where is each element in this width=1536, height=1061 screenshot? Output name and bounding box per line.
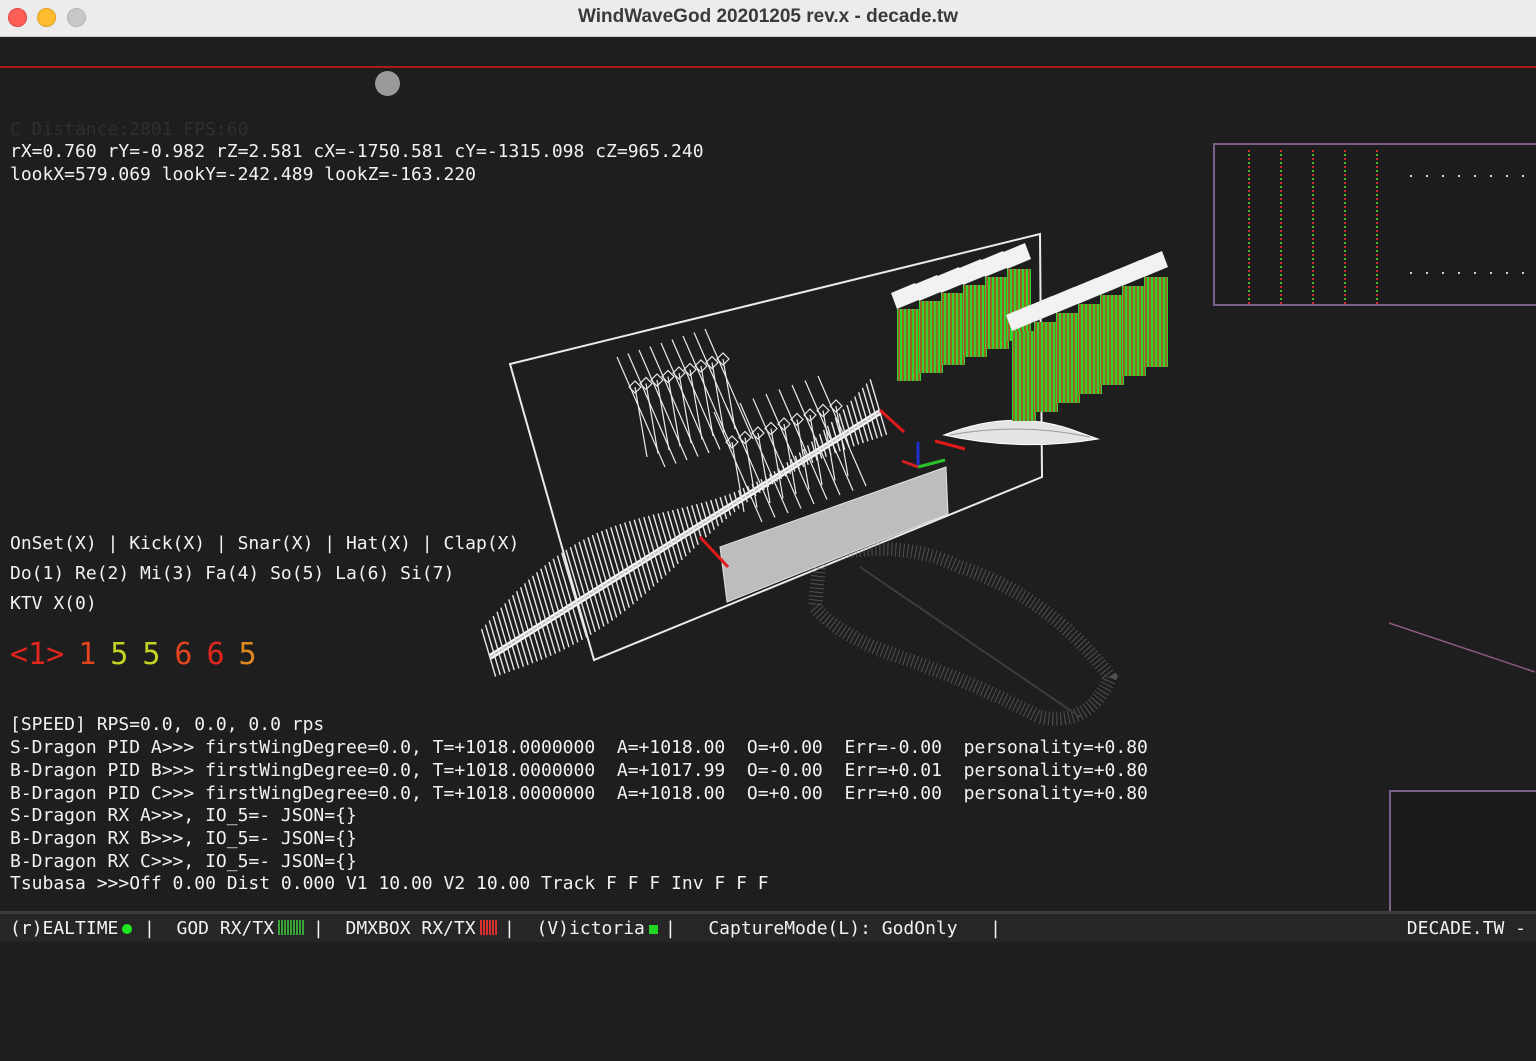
window-title: WindWaveGod 20201205 rev.x - decade.tw: [578, 6, 958, 27]
purple-guide-line: [1388, 622, 1536, 673]
drum-triggers[interactable]: OnSet(X) | Kick(X) | Snar(X) | Hat(X) | …: [10, 533, 519, 555]
render-canvas[interactable]: C_Distance:2801 FPS:60 rX=0.760 rY=-0.98…: [0, 37, 1536, 911]
minimap-strips: [1248, 150, 1524, 304]
log-rx-b: B-Dragon RX B>>>, IO_5=- JSON={}: [10, 828, 357, 849]
fish-shape: [942, 419, 1100, 446]
note-3: 5: [142, 637, 161, 672]
ktv-trigger[interactable]: KTV X(0): [10, 593, 97, 615]
note-1: 1: [78, 637, 97, 672]
log-speed: [SPEED] RPS=0.0, 0.0, 0.0 rps: [10, 714, 325, 735]
dmx-rxtx-label: | DMXBOX RX/TX: [313, 918, 476, 939]
note-2: 5: [110, 637, 129, 672]
victoria-toggle[interactable]: | (V)ictoria: [504, 918, 658, 939]
note-sequence: <1> 1 5 5 6 6 5: [10, 637, 271, 672]
realtime-label: (r)EALTIME: [10, 918, 119, 939]
note-0: <1>: [10, 637, 65, 672]
axis-gizmo: [901, 442, 946, 469]
window-titlebar: WindWaveGod 20201205 rev.x - decade.tw: [0, 0, 1536, 37]
log-rx-a: S-Dragon RX A>>>, IO_5=- JSON={}: [10, 805, 357, 826]
god-rxtx-label: | GOD RX/TX: [144, 918, 275, 939]
realtime-led-icon: [122, 924, 133, 934]
brand-label: DECADE.TW -: [1406, 918, 1526, 939]
god-rxtx-grid-icon: [278, 920, 305, 935]
note-4: 6: [174, 637, 193, 672]
ground-shadow: [807, 542, 1118, 726]
scale-triggers[interactable]: Do(1) Re(2) Mi(3) Fa(4) So(5) La(6) Si(7…: [10, 563, 454, 585]
log-pid-a: S-Dragon PID A>>> firstWingDegree=0.0, T…: [10, 737, 1148, 758]
side-panel: [1389, 790, 1536, 911]
capture-mode-toggle[interactable]: | CaptureMode(L): GodOnly |: [665, 918, 1001, 939]
note-6: 5: [238, 637, 257, 672]
status-bar: (r)EALTIME | GOD RX/TX | DMXBOX RX/TX | …: [0, 911, 1536, 942]
dmx-rxtx-status: | DMXBOX RX/TX: [313, 918, 497, 939]
log-pid-b: B-Dragon PID B>>> firstWingDegree=0.0, T…: [10, 760, 1148, 781]
log-rx-c: B-Dragon RX C>>>, IO_5=- JSON={}: [10, 851, 357, 872]
realtime-toggle[interactable]: (r)EALTIME: [10, 918, 133, 939]
log-tsubasa: Tsubasa >>>Off 0.00 Dist 0.000 V1 10.00 …: [10, 873, 769, 894]
capture-mode-label: | CaptureMode(L): GodOnly |: [665, 918, 1001, 939]
minimap-panel: [1213, 143, 1536, 306]
dmx-rxtx-grid-icon: [479, 920, 497, 935]
led-slat-wall: [891, 243, 1168, 421]
log-pid-c: B-Dragon PID C>>> firstWingDegree=0.0, T…: [10, 783, 1148, 804]
god-rxtx-status: | GOD RX/TX: [144, 918, 305, 939]
note-5: 6: [206, 637, 225, 672]
victoria-label: | (V)ictoria: [504, 918, 645, 939]
victoria-square-icon: [648, 925, 658, 934]
grey-slab: [719, 466, 949, 603]
